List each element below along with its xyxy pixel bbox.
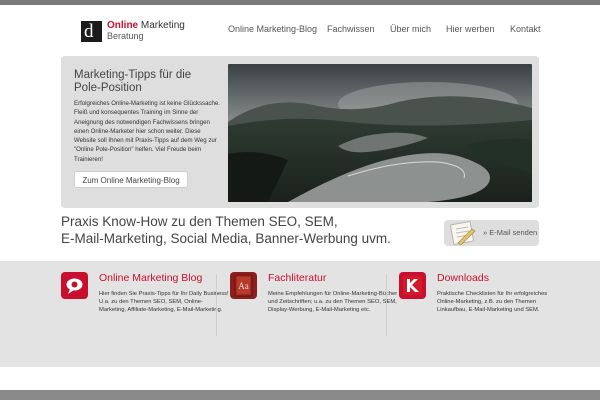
- hero-title: Marketing-Tipps für die Pole-Position: [74, 69, 192, 94]
- nav-item-hier-werben[interactable]: Hier werben: [446, 24, 495, 34]
- bottom-bar: [0, 390, 600, 400]
- feature-blog-text: Hier finden Sie Praxis-Tipps für Ihr Dai…: [99, 291, 229, 314]
- nav-item-fachwissen[interactable]: Fachwissen: [327, 24, 375, 34]
- feature-downloads-title: Downloads: [437, 272, 489, 284]
- email-button-label: » E-Mail senden: [483, 228, 538, 237]
- column-divider: [216, 274, 217, 336]
- email-icon: [450, 221, 476, 245]
- book-icon: Aa: [230, 272, 257, 299]
- svg-text:Aa: Aa: [238, 281, 249, 291]
- praxis-heading: Praxis Know-How zu den Themen SEO, SEM, …: [61, 214, 391, 247]
- racetrack-image: [228, 64, 532, 202]
- column-divider: [386, 274, 387, 336]
- feature-fachliteratur-text: Meine Empfehlungen für Online-Marketing-…: [268, 291, 398, 314]
- praxis-line-1: Praxis Know-How zu den Themen SEO, SEM,: [61, 214, 338, 229]
- top-bar: [0, 0, 600, 5]
- nav-item-blog[interactable]: Online Marketing-Blog: [228, 24, 317, 34]
- blog-icon: [61, 272, 88, 299]
- feature-downloads-text: Praktische Checklisten für Ihr erfolgrei…: [437, 291, 548, 314]
- nav-item-kontakt[interactable]: Kontakt: [510, 24, 541, 34]
- hero-image: [228, 64, 532, 202]
- feature-blog-title: Online Marketing Blog: [99, 272, 203, 284]
- nav-item-ueber-mich[interactable]: Über mich: [390, 24, 431, 34]
- download-icon: [399, 272, 426, 299]
- email-button[interactable]: » E-Mail senden: [444, 220, 539, 246]
- blog-button[interactable]: Zum Online Marketing-Blog: [74, 171, 188, 188]
- hero-panel: Marketing-Tipps für die Pole-Position Er…: [61, 56, 539, 208]
- praxis-line-2: E-Mail-Marketing, Social Media, Banner-W…: [61, 230, 391, 246]
- feature-fachliteratur-title: Fachliteratur: [268, 272, 327, 284]
- main-nav: Online Marketing-Blog Fachwissen Über mi…: [0, 24, 600, 38]
- hero-text: Erfolgreiches Online-Marketing ist keine…: [74, 100, 220, 163]
